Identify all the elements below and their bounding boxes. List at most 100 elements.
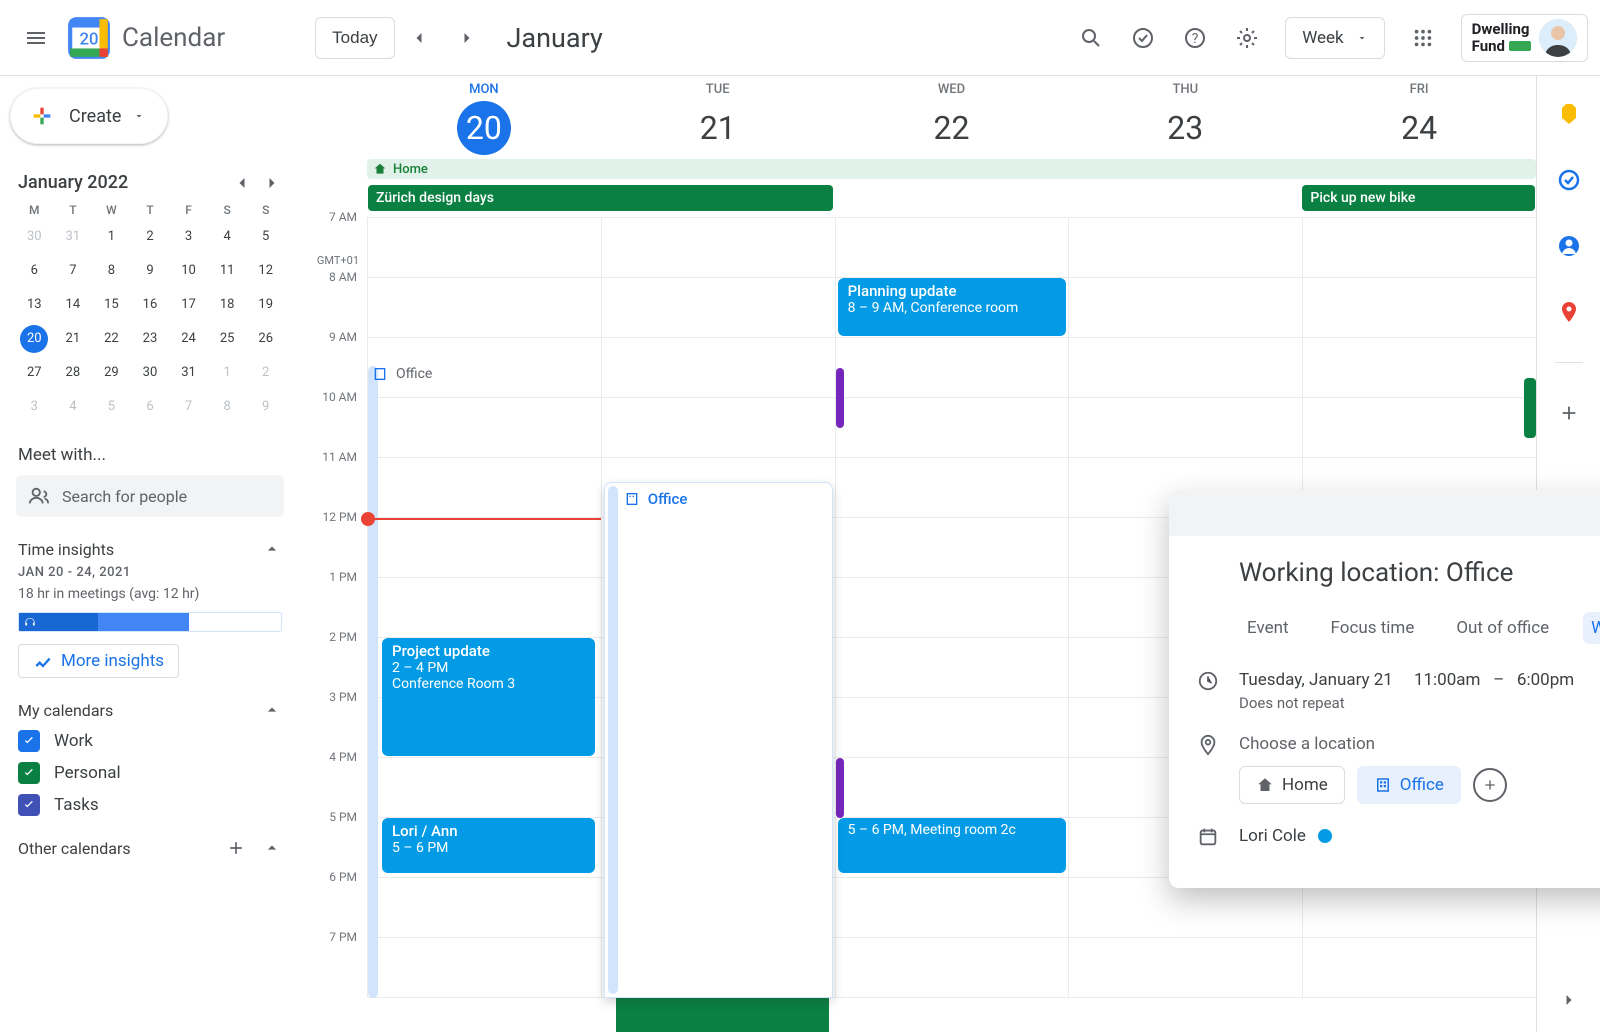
search-people-input[interactable]: Search for people xyxy=(16,475,284,517)
today-button[interactable]: Today xyxy=(315,17,394,59)
popup-tab[interactable]: Event xyxy=(1239,612,1297,644)
mini-day[interactable]: 1 xyxy=(213,359,241,387)
create-button[interactable]: Create xyxy=(10,88,168,144)
mini-day[interactable]: 4 xyxy=(213,223,241,251)
calendar-event[interactable]: Planning update8 – 9 AM, Conference room xyxy=(838,278,1067,336)
mini-day[interactable]: 2 xyxy=(252,359,280,387)
popup-end-time[interactable]: 6:00pm xyxy=(1517,670,1574,690)
collapse-icon[interactable] xyxy=(262,539,282,559)
day-header[interactable]: MON20 xyxy=(367,76,601,155)
menu-icon[interactable] xyxy=(12,14,60,62)
mini-day[interactable]: 3 xyxy=(20,393,48,421)
popup-tab[interactable]: Working location xyxy=(1583,612,1600,644)
mini-day[interactable]: 13 xyxy=(20,291,48,319)
day-header[interactable]: FRI24 xyxy=(1302,76,1536,155)
settings-gear-icon[interactable] xyxy=(1223,14,1271,62)
mini-day[interactable]: 22 xyxy=(97,325,125,353)
avatar[interactable] xyxy=(1539,19,1577,57)
allday-event[interactable]: Pick up new bike xyxy=(1302,185,1535,211)
add-calendar-button[interactable] xyxy=(226,838,246,858)
mini-day[interactable]: 31 xyxy=(59,223,87,251)
day-column[interactable]: Office Project update2 – 4 PMConference R… xyxy=(367,218,601,998)
mini-day[interactable]: 6 xyxy=(136,393,164,421)
mini-day[interactable]: 17 xyxy=(175,291,203,319)
checkbox-icon[interactable] xyxy=(18,794,40,816)
mini-day[interactable]: 26 xyxy=(252,325,280,353)
search-icon[interactable] xyxy=(1067,14,1115,62)
working-location-bar[interactable] xyxy=(368,366,378,998)
more-insights-button[interactable]: More insights xyxy=(18,644,179,678)
popup-tab[interactable]: Focus time xyxy=(1323,612,1423,644)
mini-day[interactable]: 6 xyxy=(20,257,48,285)
popup-repeat[interactable]: Does not repeat xyxy=(1239,694,1574,712)
mini-day[interactable]: 9 xyxy=(136,257,164,285)
mini-day[interactable]: 7 xyxy=(175,393,203,421)
mini-day[interactable]: 2 xyxy=(136,223,164,251)
apps-grid-icon[interactable] xyxy=(1399,14,1447,62)
mini-day[interactable]: 21 xyxy=(59,325,87,353)
day-header[interactable]: WED22 xyxy=(835,76,1069,155)
working-location-chip[interactable]: Office xyxy=(372,366,432,382)
day-header[interactable]: TUE21 xyxy=(601,76,835,155)
mini-day[interactable]: 4 xyxy=(59,393,87,421)
mini-day[interactable]: 27 xyxy=(20,359,48,387)
mini-day[interactable]: 24 xyxy=(175,325,203,353)
mini-day[interactable]: 16 xyxy=(136,291,164,319)
calendar-item[interactable]: Work xyxy=(18,730,282,752)
location-office-button[interactable]: Office xyxy=(1357,766,1461,804)
collapse-icon[interactable] xyxy=(262,700,282,720)
mini-day[interactable]: 10 xyxy=(175,257,203,285)
calendar-event[interactable]: Lori / Ann5 – 6 PM xyxy=(382,818,595,873)
mini-day[interactable]: 25 xyxy=(213,325,241,353)
popup-start-time[interactable]: 11:00am xyxy=(1414,670,1481,690)
mini-day[interactable]: 5 xyxy=(97,393,125,421)
location-home-button[interactable]: Home xyxy=(1239,766,1345,804)
contacts-icon[interactable] xyxy=(1547,224,1591,268)
mini-day[interactable]: 8 xyxy=(213,393,241,421)
checkbox-icon[interactable] xyxy=(18,762,40,784)
mini-day[interactable]: 5 xyxy=(252,223,280,251)
calendar-owner[interactable]: Lori Cole xyxy=(1239,826,1306,846)
add-location-button[interactable] xyxy=(1473,768,1507,802)
mini-next-button[interactable] xyxy=(262,173,282,193)
mini-day[interactable]: 19 xyxy=(252,291,280,319)
mini-day[interactable]: 20 xyxy=(20,325,48,353)
mini-day[interactable]: 1 xyxy=(97,223,125,251)
popup-title[interactable]: Working location: Office xyxy=(1239,558,1600,588)
mini-day[interactable]: 30 xyxy=(136,359,164,387)
mini-day[interactable]: 14 xyxy=(59,291,87,319)
calendar-event[interactable]: Project update2 – 4 PMConference Room 3 xyxy=(382,638,595,756)
help-icon[interactable]: ? xyxy=(1171,14,1219,62)
mini-day[interactable]: 15 xyxy=(97,291,125,319)
mini-day[interactable]: 28 xyxy=(59,359,87,387)
popup-date[interactable]: Tuesday, January 21 xyxy=(1239,670,1393,690)
prev-week-button[interactable] xyxy=(399,18,439,58)
mini-day[interactable]: 3 xyxy=(175,223,203,251)
next-week-button[interactable] xyxy=(447,18,487,58)
task-check-icon[interactable] xyxy=(1119,14,1167,62)
calendar-item[interactable]: Personal xyxy=(18,762,282,784)
calendar-event[interactable]: 5 – 6 PM, Meeting room 2c xyxy=(838,818,1067,873)
day-header[interactable]: THU23 xyxy=(1068,76,1302,155)
mini-day[interactable]: 30 xyxy=(20,223,48,251)
popup-tab[interactable]: Out of office xyxy=(1448,612,1557,644)
day-column[interactable]: Planning update8 – 9 AM, Conference room… xyxy=(835,218,1069,998)
calendar-event[interactable] xyxy=(836,368,844,428)
mini-day[interactable]: 11 xyxy=(213,257,241,285)
allday-event[interactable]: Zürich design days xyxy=(368,185,833,211)
mini-day[interactable]: 18 xyxy=(213,291,241,319)
mini-day[interactable]: 12 xyxy=(252,257,280,285)
day-column[interactable]: Dinner with Helen6 – 9 PMOffice xyxy=(601,218,835,998)
mini-prev-button[interactable] xyxy=(232,173,252,193)
mini-day[interactable]: 7 xyxy=(59,257,87,285)
mini-day[interactable]: 29 xyxy=(97,359,125,387)
working-location-chip[interactable]: Office xyxy=(624,490,688,508)
working-location-card[interactable] xyxy=(604,482,833,998)
org-badge[interactable]: Dwelling Fund xyxy=(1461,14,1588,62)
calendar-event[interactable] xyxy=(1524,378,1536,438)
mini-day[interactable]: 31 xyxy=(175,359,203,387)
calendar-event[interactable] xyxy=(836,758,844,818)
add-addon-icon[interactable] xyxy=(1547,391,1591,435)
keep-icon[interactable] xyxy=(1547,92,1591,136)
calendar-item[interactable]: Tasks xyxy=(18,794,282,816)
